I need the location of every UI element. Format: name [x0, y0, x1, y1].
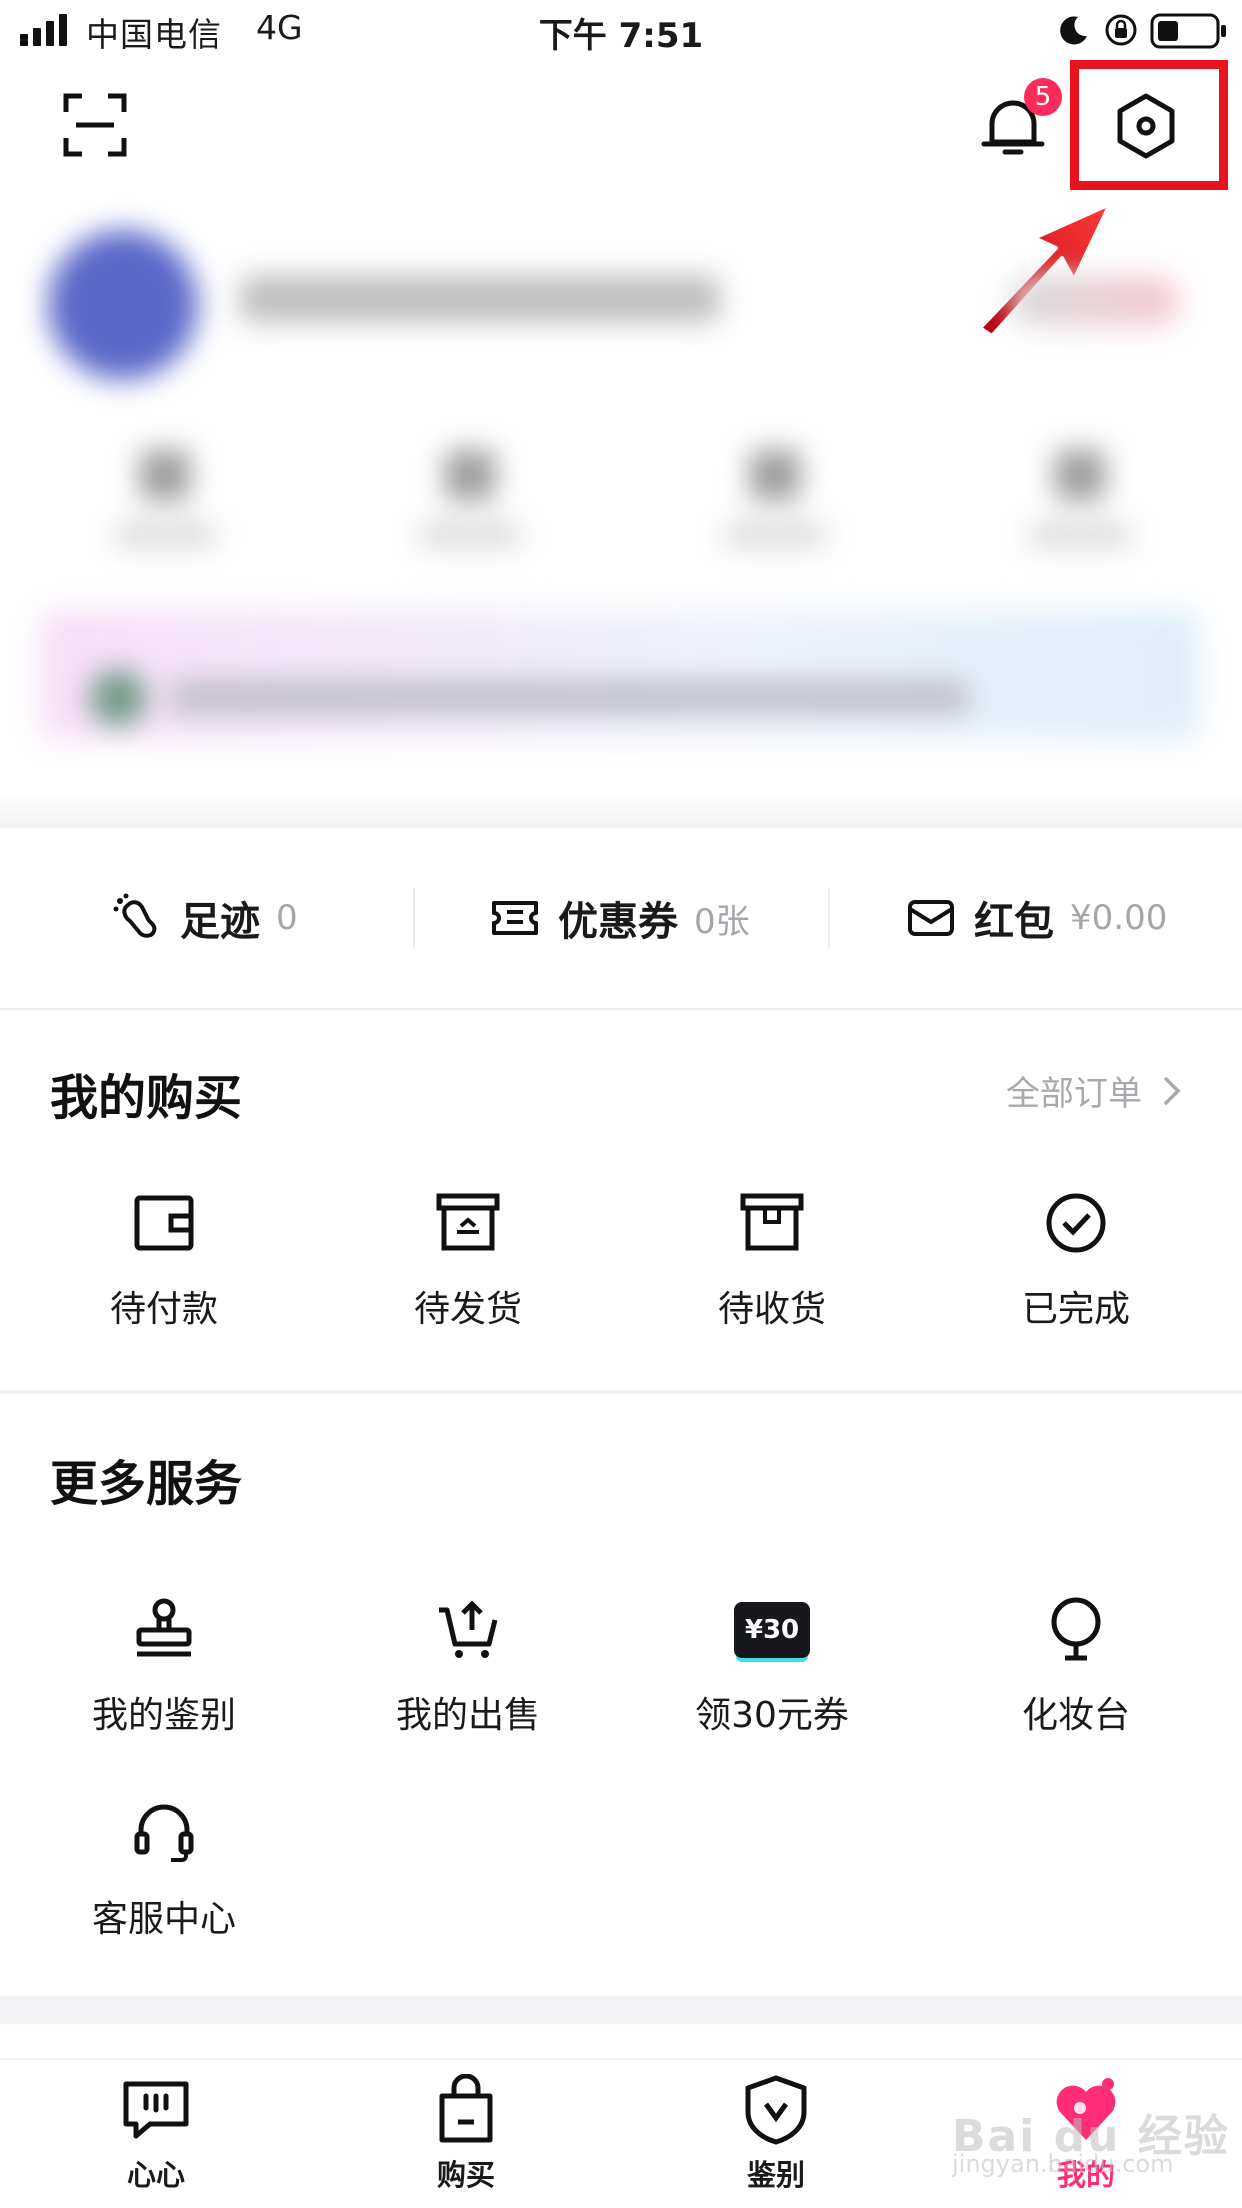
- stamp-icon: [136, 1598, 192, 1657]
- asset-value: 0: [276, 898, 298, 938]
- asset-footprint[interactable]: 足迹 0: [112, 888, 298, 948]
- annotation-highlight-box: [1070, 60, 1228, 190]
- order-label: 待发货: [413, 1289, 522, 1330]
- profile-stat[interactable]: [1020, 450, 1140, 560]
- service-label: 我的出售: [395, 1695, 540, 1736]
- profile-stat[interactable]: [410, 450, 530, 560]
- profile-page: 中国电信 4G 下午 7:51 5 足迹 0 优惠券 0张 红包 ¥0.00 我…: [0, 0, 1242, 2208]
- avatar[interactable]: [48, 230, 198, 380]
- status-bar: 中国电信 4G 下午 7:51: [0, 0, 1242, 64]
- notification-badge: 5: [1024, 78, 1062, 116]
- order-label: 待收货: [717, 1289, 826, 1330]
- asset-label: 红包: [974, 899, 1054, 945]
- box-receive-icon: [740, 1193, 804, 1251]
- envelope-icon: [908, 900, 954, 936]
- banner-text-redacted: [170, 680, 970, 714]
- service-customer-center[interactable]: 客服中心: [14, 1800, 314, 1942]
- service-label: 客服中心: [91, 1899, 236, 1940]
- footprint-icon: [113, 893, 157, 938]
- tab-authenticate[interactable]: 鉴别: [696, 2074, 856, 2194]
- tab-xinxin[interactable]: 心心: [76, 2074, 236, 2194]
- box-ship-icon: [436, 1193, 500, 1251]
- assets-row: 足迹 0 优惠券 0张 红包 ¥0.00: [0, 828, 1242, 1008]
- shield-icon: [745, 2075, 807, 2145]
- mirror-icon: [1051, 1597, 1101, 1661]
- section-divider: [0, 792, 1242, 828]
- tab-label: 购买: [436, 2158, 495, 2192]
- asset-coupons[interactable]: 优惠券 0张: [490, 888, 750, 948]
- service-my-authentication[interactable]: 我的鉴别: [14, 1596, 314, 1738]
- purchases-title: 我的购买: [50, 1070, 243, 1126]
- rotation-lock-icon: [1105, 14, 1137, 46]
- service-vanity[interactable]: 化妆台: [926, 1596, 1226, 1738]
- asset-redpacket[interactable]: 红包 ¥0.00: [906, 888, 1167, 948]
- order-label: 待付款: [109, 1289, 218, 1330]
- scan-icon[interactable]: [62, 92, 128, 158]
- cart-upload-icon: [439, 1600, 498, 1658]
- profile-header-blurred: [0, 200, 1242, 820]
- asset-separator: [413, 888, 415, 948]
- member-banner-redacted[interactable]: [40, 610, 1200, 740]
- order-pending-payment[interactable]: 待付款: [14, 1190, 314, 1332]
- service-my-sales[interactable]: 我的出售: [318, 1596, 618, 1738]
- banner-dot: [90, 670, 146, 726]
- moon-icon: [1060, 16, 1087, 45]
- tab-label: 心心: [126, 2158, 185, 2192]
- order-pending-receipt[interactable]: 待收货: [622, 1190, 922, 1332]
- service-label: 领30元券: [695, 1695, 849, 1736]
- chevron-right-icon: [1163, 1076, 1181, 1105]
- service-label: 我的鉴别: [91, 1695, 236, 1736]
- profile-stat[interactable]: [105, 450, 225, 560]
- profile-tag-redacted[interactable]: [1010, 276, 1180, 326]
- watermark-url: jingyan.baidu.com: [952, 2150, 1174, 2178]
- asset-separator: [828, 888, 830, 948]
- all-orders-label: 全部订单: [1006, 1074, 1142, 1114]
- username-redacted: [240, 276, 720, 322]
- order-pending-shipment[interactable]: 待发货: [318, 1190, 618, 1332]
- divider: [0, 1390, 1242, 1394]
- ticket-icon: [492, 901, 538, 935]
- service-get-coupon[interactable]: ¥30 领30元券: [622, 1596, 922, 1738]
- tab-buy[interactable]: 购买: [386, 2074, 546, 2194]
- order-completed[interactable]: 已完成: [926, 1190, 1226, 1332]
- services-title: 更多服务: [50, 1456, 243, 1512]
- tab-label: 鉴别: [746, 2158, 805, 2192]
- divider: [0, 1008, 1242, 1010]
- battery-icon: [1150, 13, 1226, 49]
- all-orders-link[interactable]: 全部订单: [1006, 1066, 1186, 1115]
- asset-label: 优惠券: [558, 899, 678, 945]
- check-circle-icon: [1046, 1193, 1106, 1253]
- coupon-icon: ¥30: [734, 1602, 810, 1658]
- asset-label: 足迹: [180, 899, 260, 945]
- chat-icon: [123, 2081, 189, 2139]
- service-label: 化妆台: [1021, 1695, 1130, 1736]
- headset-icon: [134, 1804, 194, 1862]
- section-divider: [0, 1996, 1242, 2024]
- order-label: 已完成: [1021, 1289, 1130, 1330]
- asset-value: 0张: [694, 901, 750, 942]
- asset-value: ¥0.00: [1070, 898, 1168, 938]
- wallet-icon: [134, 1195, 194, 1251]
- profile-stat[interactable]: [715, 450, 835, 560]
- status-time: 下午 7:51: [538, 16, 704, 56]
- bag-icon: [439, 2074, 493, 2143]
